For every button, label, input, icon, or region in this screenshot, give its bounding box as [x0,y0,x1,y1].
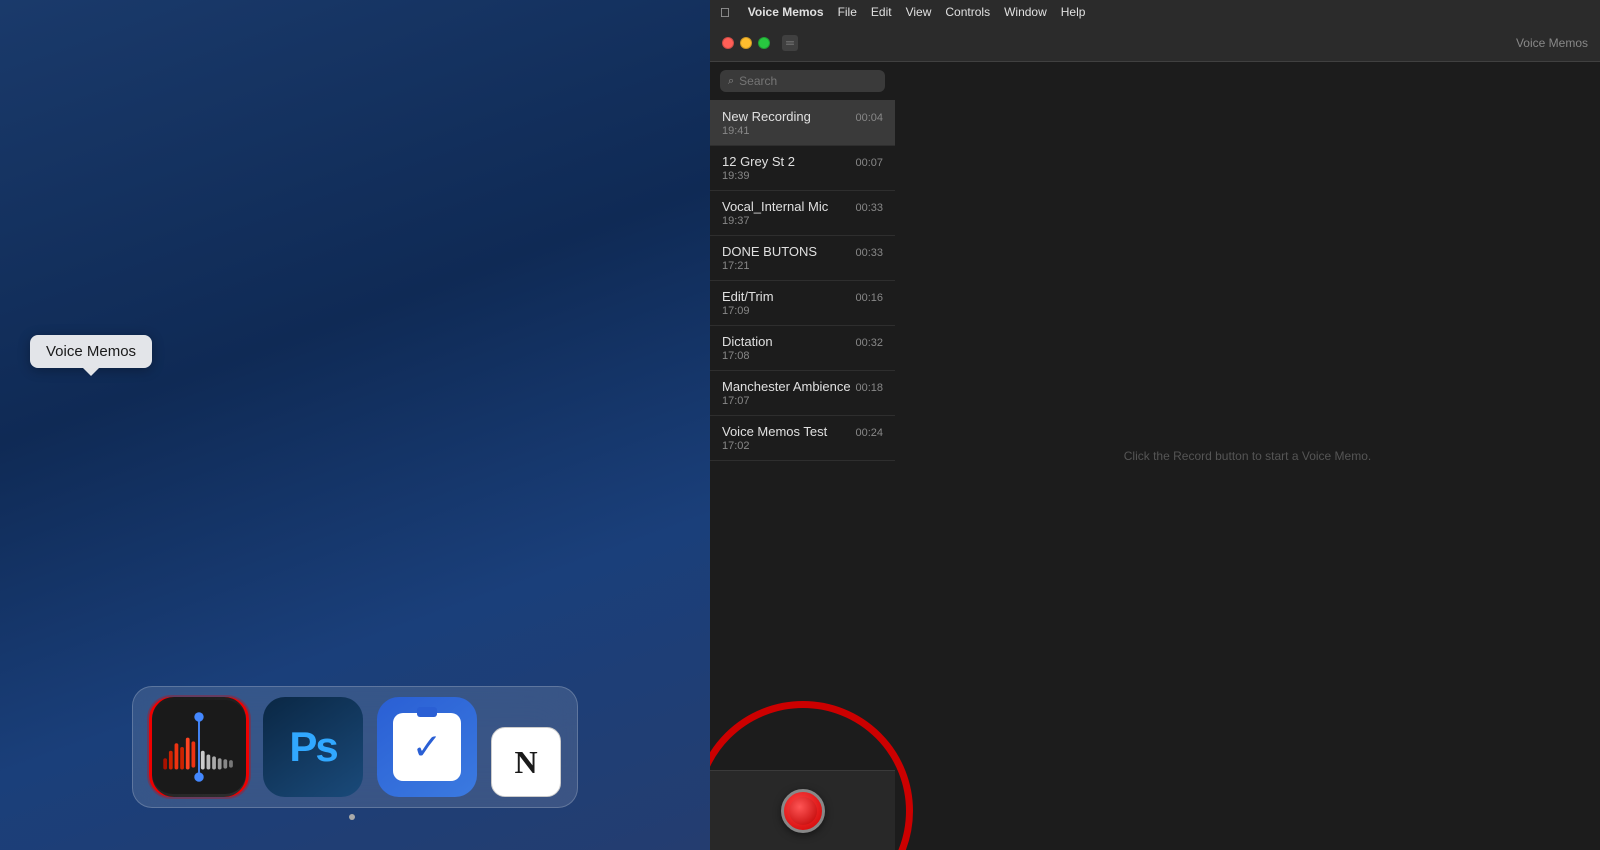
recording-item[interactable]: Vocal_Internal Mic 00:33 19:37 [710,191,895,236]
search-input[interactable] [739,74,877,88]
recording-duration: 00:33 [855,202,883,214]
clipboard-clip [417,707,437,717]
recording-time: 17:21 [722,260,883,272]
recording-time: 17:09 [722,305,883,317]
recording-name: Dictation [722,334,773,349]
recording-list: New Recording 00:04 19:41 12 Grey St 2 0… [710,101,895,770]
resize-button[interactable] [782,35,798,51]
apple-menu-icon[interactable]:  [720,5,730,20]
recording-time: 17:08 [722,350,883,362]
recording-duration: 00:04 [855,112,883,124]
menu-help[interactable]: Help [1061,5,1086,19]
menu-edit[interactable]: Edit [871,5,892,19]
recording-duration: 00:32 [855,337,883,349]
photoshop-icon-bg: Ps [263,697,363,797]
recording-name: DONE BUTONS [722,244,817,259]
detail-panel: Click the Record button to start a Voice… [895,62,1600,850]
checkmark-icon: ✓ [412,726,442,768]
recording-time: 19:39 [722,170,883,182]
recording-duration: 00:33 [855,247,883,259]
dock-dots [352,814,358,820]
close-button[interactable] [722,37,734,49]
sidebar: ⌕ New Recording 00:04 19:41 12 Grey St 2… [710,62,895,850]
search-area: ⌕ [710,62,895,101]
search-icon: ⌕ [728,75,734,88]
recording-name: Voice Memos Test [722,424,827,439]
voice-memos-icon-svg [152,697,246,797]
notion-icon-bg: N [491,727,561,797]
resize-icon [785,38,795,48]
menu-controls[interactable]: Controls [945,5,990,19]
reminders-icon-inner: ✓ [393,713,461,781]
menu-window[interactable]: Window [1004,5,1047,19]
traffic-lights [722,35,798,51]
recording-name: Vocal_Internal Mic [722,199,828,214]
recording-item[interactable]: Voice Memos Test 00:24 17:02 [710,416,895,461]
recording-item[interactable]: 12 Grey St 2 00:07 19:39 [710,146,895,191]
record-button[interactable] [781,789,825,833]
recording-name: 12 Grey St 2 [722,154,795,169]
record-area [710,770,895,850]
menu-view[interactable]: View [906,5,932,19]
app-window:  Voice Memos File Edit View Controls Wi… [710,0,1600,850]
menu-file[interactable]: File [838,5,857,19]
desktop: Voice Memos [0,0,710,850]
notion-dock-icon[interactable]: N [491,727,561,797]
recording-duration: 00:18 [855,382,883,394]
title-bar: Voice Memos [710,24,1600,62]
recording-time: 17:07 [722,395,883,407]
search-input-wrap[interactable]: ⌕ [720,70,885,92]
voice-memos-dock-icon[interactable] [149,697,249,797]
detail-hint-text: Click the Record button to start a Voice… [1124,449,1371,463]
recording-name: New Recording [722,109,811,124]
reminders-dock-icon[interactable]: ✓ [377,697,477,797]
photoshop-icon-text: Ps [289,723,336,771]
recording-item[interactable]: Edit/Trim 00:16 17:09 [710,281,895,326]
notion-icon-text: N [514,744,537,781]
recording-item[interactable]: Manchester Ambience 00:18 17:07 [710,371,895,416]
recording-item[interactable]: New Recording 00:04 19:41 [710,101,895,146]
recording-time: 17:02 [722,440,883,452]
recording-name: Edit/Trim [722,289,774,304]
recording-duration: 00:24 [855,427,883,439]
recording-time: 19:37 [722,215,883,227]
voice-memos-icon-bg [152,697,246,797]
dock: Ps ✓ N [132,686,578,808]
fullscreen-button[interactable] [758,37,770,49]
minimize-button[interactable] [740,37,752,49]
window-title: Voice Memos [1516,36,1588,50]
tooltip-text: Voice Memos [46,343,136,360]
dock-dot [349,814,355,820]
menu-app-name[interactable]: Voice Memos [748,5,824,19]
recording-item[interactable]: DONE BUTONS 00:33 17:21 [710,236,895,281]
recording-duration: 00:07 [855,157,883,169]
record-button-inner [789,797,817,825]
recording-time: 19:41 [722,125,883,137]
reminders-icon-bg: ✓ [377,697,477,797]
recording-duration: 00:16 [855,292,883,304]
recording-name: Manchester Ambience [722,379,851,394]
recording-item[interactable]: Dictation 00:32 17:08 [710,326,895,371]
menu-bar:  Voice Memos File Edit View Controls Wi… [710,0,1600,24]
main-content: ⌕ New Recording 00:04 19:41 12 Grey St 2… [710,62,1600,850]
photoshop-dock-icon[interactable]: Ps [263,697,363,797]
voice-memos-tooltip: Voice Memos [30,335,152,368]
